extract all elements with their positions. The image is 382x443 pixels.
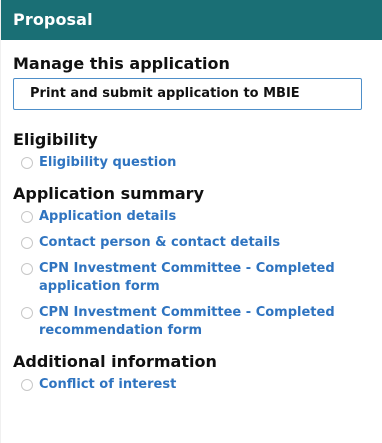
cpn-recommendation-form-link[interactable]: CPN Investment Committee - Completed rec… [13,304,382,340]
status-circle-icon [21,307,33,319]
contact-details-link[interactable]: Contact person & contact details [13,234,382,252]
panel-title: Proposal [1,0,382,40]
cpn-application-form-label: CPN Investment Committee - Completed app… [39,261,335,294]
proposal-panel: Proposal Manage this application Print a… [0,0,382,443]
additional-section: Additional information Conflict of inter… [13,352,382,394]
print-submit-label: Print and submit application to MBIE [30,86,300,101]
status-circle-icon [21,237,33,249]
cpn-application-form-link[interactable]: CPN Investment Committee - Completed app… [13,260,382,296]
manage-section: Manage this application Print and submit… [13,54,382,110]
summary-section: Application summary Application details … [13,184,382,340]
section-title-eligibility: Eligibility [13,130,98,149]
conflict-of-interest-label: Conflict of interest [39,377,177,392]
eligibility-question-link[interactable]: Eligibility question [13,154,382,172]
section-title-additional: Additional information [13,352,217,371]
section-title-summary: Application summary [13,184,204,203]
contact-details-label: Contact person & contact details [39,235,281,250]
application-details-link[interactable]: Application details [13,208,382,226]
status-circle-icon [21,211,33,223]
status-circle-icon [21,157,33,169]
print-submit-item[interactable]: Print and submit application to MBIE [13,78,362,110]
status-circle-icon [21,379,33,391]
status-circle-icon [21,263,33,275]
section-title-manage: Manage this application [13,54,230,73]
eligibility-question-label: Eligibility question [39,155,177,170]
cpn-recommendation-form-label: CPN Investment Committee - Completed rec… [39,305,335,338]
eligibility-section: Eligibility Eligibility question [13,130,382,172]
application-details-label: Application details [39,209,177,224]
conflict-of-interest-link[interactable]: Conflict of interest [13,376,382,394]
